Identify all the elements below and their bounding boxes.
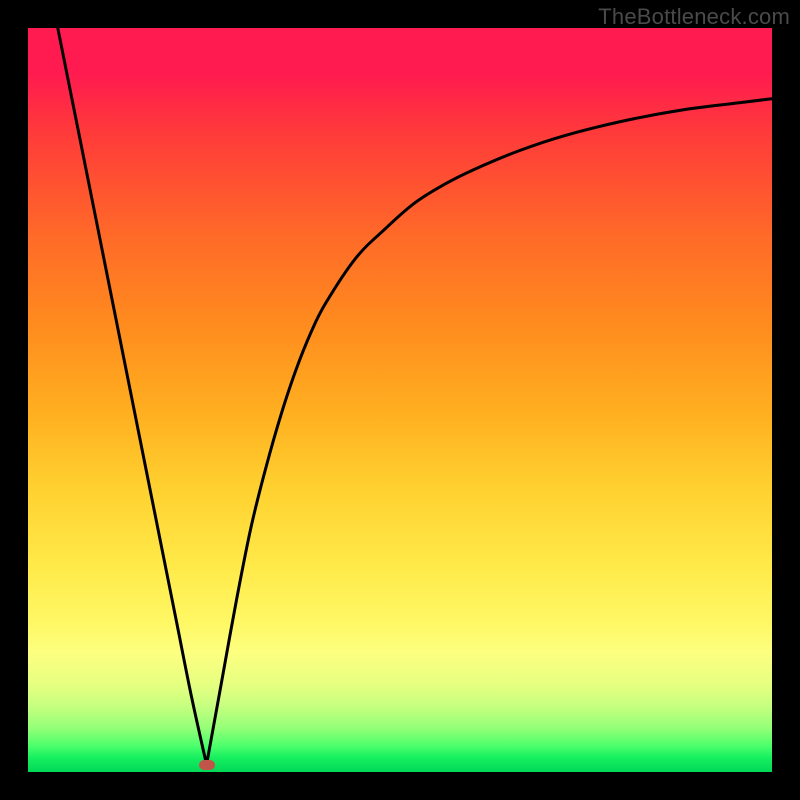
watermark-label: TheBottleneck.com bbox=[598, 4, 790, 30]
bottleneck-curve bbox=[28, 28, 772, 772]
optimal-point-marker bbox=[199, 760, 215, 770]
chart-frame: TheBottleneck.com bbox=[0, 0, 800, 800]
plot-area bbox=[28, 28, 772, 772]
